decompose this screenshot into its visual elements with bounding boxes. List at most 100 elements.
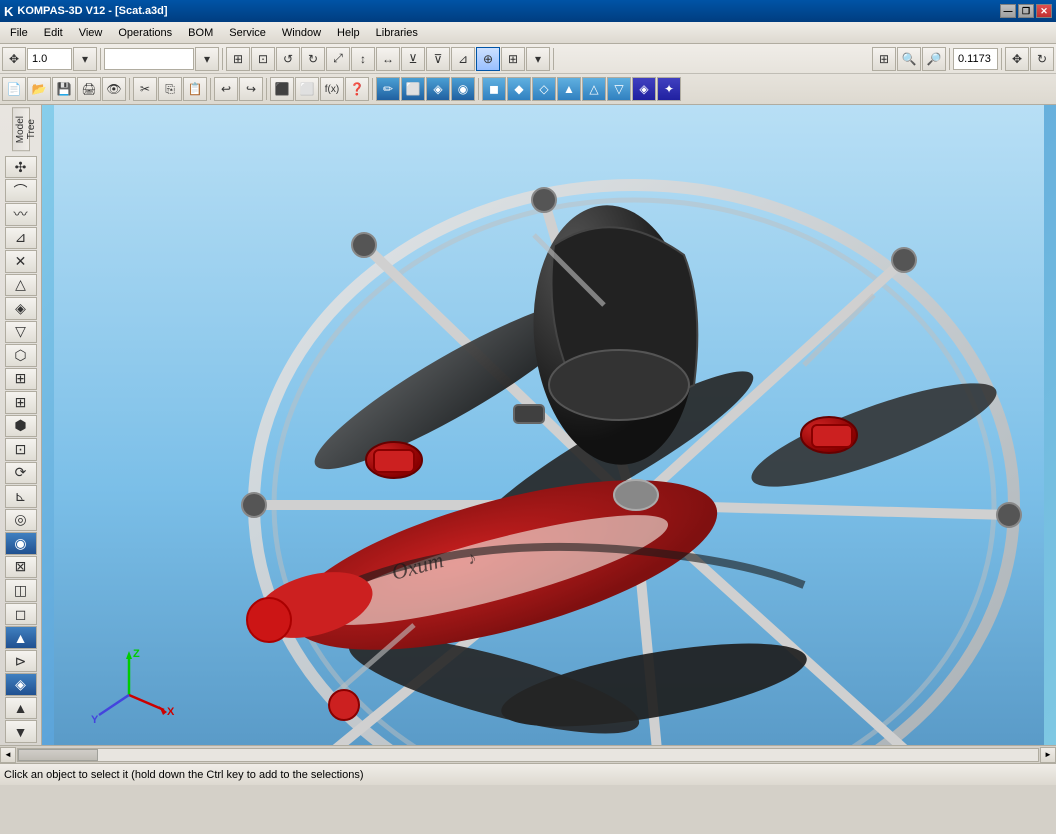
preview-btn[interactable]: 👁: [102, 77, 126, 101]
open-btn[interactable]: 📂: [27, 77, 51, 101]
new-btn[interactable]: 📄: [2, 77, 26, 101]
paste-btn[interactable]: 📋: [183, 77, 207, 101]
toolbars: ✥ ▾ ▾ ⊞ ⊡ ↺ ↻ ⤢ ↕ ↔ ⊻ ⊽ ⊿ ⊕ ⊞ ▾ ⊞ 🔍 🔎 ✥ …: [0, 44, 1056, 105]
menu-help[interactable]: Help: [329, 23, 368, 43]
solid5-btn[interactable]: △: [582, 77, 606, 101]
model-canvas: Oxum ♪ Z X Y: [42, 105, 1056, 745]
zoom-in-btn[interactable]: 🔍: [897, 47, 921, 71]
close-button[interactable]: ✕: [1036, 4, 1052, 18]
zoom-value-input[interactable]: [953, 48, 998, 70]
scale-input[interactable]: [27, 48, 72, 70]
orient-btn11[interactable]: ⊞: [501, 47, 525, 71]
solid4-btn[interactable]: ▲: [557, 77, 581, 101]
title-bar: K KOMPAS-3D V12 - [Scat.a3d] — ❐ ✕: [0, 0, 1056, 22]
undo-btn[interactable]: ↩: [214, 77, 238, 101]
zoom-fit-btn[interactable]: ⊞: [872, 47, 896, 71]
solid7-btn[interactable]: ◈: [632, 77, 656, 101]
horizontal-scrollbar[interactable]: [17, 748, 1039, 762]
toolbar1: ✥ ▾ ▾ ⊞ ⊡ ↺ ↻ ⤢ ↕ ↔ ⊻ ⊽ ⊿ ⊕ ⊞ ▾ ⊞ 🔍 🔎 ✥ …: [0, 44, 1056, 74]
orient-btn4[interactable]: ↻: [301, 47, 325, 71]
orient-btn1[interactable]: ⊞: [226, 47, 250, 71]
rotate-btn[interactable]: ↻: [1030, 47, 1054, 71]
minimize-button[interactable]: —: [1000, 4, 1016, 18]
sidebar-btn18[interactable]: ⊠: [5, 556, 37, 579]
sidebar-btn1[interactable]: ✣: [5, 156, 37, 179]
menu-window[interactable]: Window: [274, 23, 329, 43]
feature-btn1[interactable]: ⬜: [401, 77, 425, 101]
orient-btn8[interactable]: ⊻: [401, 47, 425, 71]
dropdown-btn[interactable]: ▾: [73, 47, 97, 71]
orient-btn6[interactable]: ↕: [351, 47, 375, 71]
sidebar-btn8[interactable]: ▽: [5, 321, 37, 344]
sidebar-btn14[interactable]: ⟳: [5, 462, 37, 485]
menu-file[interactable]: File: [2, 23, 36, 43]
orient-btn7[interactable]: ↔: [376, 47, 400, 71]
cut-btn[interactable]: ✂: [133, 77, 157, 101]
sidebar-btn3[interactable]: 〰: [5, 203, 37, 226]
redo-btn[interactable]: ↪: [239, 77, 263, 101]
viewport[interactable]: Oxum ♪ Z X Y: [42, 105, 1056, 745]
sidebar-btn6[interactable]: △: [5, 274, 37, 297]
solid8-btn[interactable]: ✦: [657, 77, 681, 101]
feature-btn3[interactable]: ◉: [451, 77, 475, 101]
feature-btn2[interactable]: ◈: [426, 77, 450, 101]
shaded-btn[interactable]: ⬛: [270, 77, 294, 101]
menu-libraries[interactable]: Libraries: [368, 23, 426, 43]
save-btn[interactable]: 💾: [52, 77, 76, 101]
print-btn[interactable]: 🖨: [77, 77, 101, 101]
sidebar-btn10[interactable]: ⊞: [5, 368, 37, 391]
sidebar-btn12[interactable]: ⬢: [5, 415, 37, 438]
sidebar-btn5[interactable]: ✕: [5, 250, 37, 273]
menu-service[interactable]: Service: [221, 23, 274, 43]
menu-view[interactable]: View: [71, 23, 111, 43]
svg-text:Z: Z: [133, 648, 140, 660]
orient-btn12[interactable]: ▾: [526, 47, 550, 71]
orient-btn9[interactable]: ⊽: [426, 47, 450, 71]
pan-btn[interactable]: ✥: [1005, 47, 1029, 71]
view-dropdown-btn[interactable]: ▾: [195, 47, 219, 71]
menu-edit[interactable]: Edit: [36, 23, 71, 43]
move-tool-btn[interactable]: ✥: [2, 47, 26, 71]
view-style-input[interactable]: [104, 48, 194, 70]
sidebar-btn15[interactable]: ⊾: [5, 485, 37, 508]
sidebar-btn23-blue[interactable]: ◈: [5, 673, 37, 696]
zoom-out-btn[interactable]: 🔎: [922, 47, 946, 71]
wireframe-btn[interactable]: ⬜: [295, 77, 319, 101]
orient-btn10[interactable]: ⊿: [451, 47, 475, 71]
scroll-left-btn[interactable]: ◄: [0, 747, 16, 763]
sidebar-scroll-down[interactable]: ▼: [5, 720, 37, 743]
sidebar-btn22[interactable]: ⊳: [5, 650, 37, 673]
sidebar-btn4[interactable]: ⊿: [5, 227, 37, 250]
menu-operations[interactable]: Operations: [110, 23, 180, 43]
menu-bom[interactable]: BOM: [180, 23, 221, 43]
sidebar-scroll-up[interactable]: ▲: [5, 697, 37, 720]
formula-btn[interactable]: f(x): [320, 77, 344, 101]
scroll-right-btn[interactable]: ►: [1040, 747, 1056, 763]
svg-text:Y: Y: [91, 714, 99, 726]
help-btn[interactable]: ❓: [345, 77, 369, 101]
sketch-btn[interactable]: ✏: [376, 77, 400, 101]
orient-active-btn[interactable]: ⊕: [476, 47, 500, 71]
sidebar-btn19[interactable]: ◫: [5, 579, 37, 602]
sidebar-btn7[interactable]: ◈: [5, 297, 37, 320]
sidebar-btn21-blue[interactable]: ▲: [5, 626, 37, 649]
sidebar-btn17-blue[interactable]: ◉: [5, 532, 37, 555]
orient-btn3[interactable]: ↺: [276, 47, 300, 71]
solid3-btn[interactable]: ◇: [532, 77, 556, 101]
orient-btn2[interactable]: ⊡: [251, 47, 275, 71]
solid1-btn[interactable]: ◼: [482, 77, 506, 101]
copy-btn[interactable]: ⎘: [158, 77, 182, 101]
sidebar-btn13[interactable]: ⊡: [5, 438, 37, 461]
sidebar-btn9[interactable]: ⬡: [5, 344, 37, 367]
sidebar-btn16[interactable]: ◎: [5, 509, 37, 532]
orient-btn5[interactable]: ⤢: [326, 47, 350, 71]
main-area: Model Tree ✣ ⌒ 〰 ⊿ ✕ △ ◈ ▽ ⬡ ⊞ ⊞ ⬢ ⊡ ⟳ ⊾…: [0, 105, 1056, 745]
solid2-btn[interactable]: ◆: [507, 77, 531, 101]
sidebar-btn2[interactable]: ⌒: [5, 179, 37, 202]
restore-button[interactable]: ❐: [1018, 4, 1034, 18]
solid6-btn[interactable]: ▽: [607, 77, 631, 101]
sidebar-btn20[interactable]: ◻: [5, 603, 37, 626]
model-tree-tab[interactable]: Model Tree: [12, 107, 30, 151]
sidebar-btn11[interactable]: ⊞: [5, 391, 37, 414]
menu-bar: File Edit View Operations BOM Service Wi…: [0, 22, 1056, 44]
